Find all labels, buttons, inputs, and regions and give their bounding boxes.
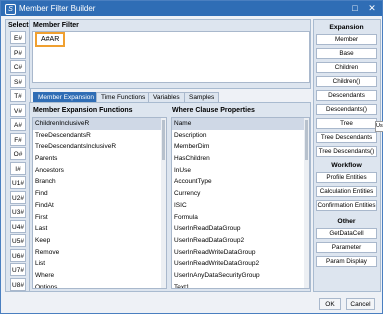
functions-list[interactable]: ChildrenInclusiveR TreeDescendantsR TreeDe… [32, 117, 167, 289]
list-item[interactable]: Name [172, 118, 309, 130]
select-button-u2[interactable]: U2# [10, 190, 26, 204]
list-item[interactable]: ISIC [172, 200, 309, 212]
where-scrollbar[interactable] [304, 118, 309, 288]
maximize-icon[interactable]: □ [347, 1, 363, 16]
cancel-button[interactable]: Cancel [346, 298, 375, 310]
member-button[interactable]: Member [316, 34, 377, 45]
list-item[interactable]: UserInReadDataGroup2 [172, 235, 309, 247]
select-button-s[interactable]: S# [10, 74, 26, 88]
select-button-u8[interactable]: U8# [10, 277, 26, 291]
select-button-u3[interactable]: U3# [10, 205, 26, 218]
select-header: Select [8, 22, 29, 29]
list-item[interactable]: Formula [172, 212, 309, 224]
list-item[interactable]: List [33, 258, 166, 270]
member-filter-header: Member Filter [33, 22, 79, 29]
select-button-i[interactable]: I# [10, 161, 26, 175]
getdatacell-button[interactable]: GetDataCell [316, 228, 377, 239]
list-item[interactable]: First [33, 212, 166, 224]
list-item[interactable]: Keep [33, 235, 166, 247]
parameter-button[interactable]: Parameter [316, 242, 377, 253]
children-button[interactable]: Children() [316, 76, 377, 87]
select-button-u6[interactable]: U6# [10, 248, 26, 262]
list-item[interactable]: FindAt [33, 200, 166, 212]
tooltip: Us [375, 121, 383, 132]
select-button-u4[interactable]: U4# [10, 219, 26, 233]
select-button-o[interactable]: O# [10, 147, 26, 160]
list-item[interactable]: Options [33, 282, 166, 288]
title-bar: S Member Filter Builder □ ✕ [1, 1, 382, 16]
select-button-u1[interactable]: U1# [10, 176, 26, 189]
select-button-u7[interactable]: U7# [10, 263, 26, 276]
base-button[interactable]: Base [316, 48, 377, 59]
list-item[interactable]: Description [172, 130, 309, 142]
window-title: Member Filter Builder [19, 4, 96, 13]
list-item[interactable]: UserInAnyDataSecurityGroup [172, 270, 309, 282]
select-button-v[interactable]: V# [10, 103, 26, 117]
where-header: Where Clause Properties [172, 107, 255, 114]
list-item[interactable]: InUse [172, 165, 309, 177]
list-item[interactable]: MemberDim [172, 141, 309, 153]
list-item[interactable]: Last [33, 223, 166, 235]
member-filter-input[interactable]: A#AR [32, 31, 310, 83]
select-panel: Select E# P# C# S# T# V# A# F# O# I# U1# U2# U3# U4# U… [5, 19, 31, 292]
member-filter-value[interactable]: A#AR [35, 32, 66, 47]
list-item[interactable]: Ancestors [33, 165, 166, 177]
list-item[interactable]: TreeDescendantsInclusiveR [33, 141, 166, 153]
ok-button[interactable]: OK [319, 298, 341, 310]
expansion-header: Expansion [329, 24, 364, 31]
tree-descendants-button[interactable]: Tree Descendants [316, 132, 377, 143]
app-logo-icon: S [5, 4, 16, 15]
workflow-header: Workflow [331, 162, 362, 169]
select-button-f[interactable]: F# [10, 132, 26, 146]
descendants-button[interactable]: Descendants [316, 90, 377, 101]
list-item[interactable]: Remove [33, 247, 166, 259]
list-item[interactable]: Where [33, 270, 166, 282]
list-item[interactable]: Currency [172, 188, 309, 200]
tree-button[interactable]: Tree [316, 118, 377, 129]
list-item[interactable]: Text1 [172, 282, 309, 288]
select-button-u5[interactable]: U5# [10, 234, 26, 247]
select-button-a[interactable]: A# [10, 118, 26, 131]
functions-scrollbar[interactable] [161, 118, 166, 288]
member-filter-builder-window: S Member Filter Builder □ ✕ Select E# P# C… [0, 0, 383, 314]
list-item[interactable]: UserInReadDataGroup [172, 223, 309, 235]
descendants-button[interactable]: Descendants() [316, 104, 377, 115]
other-header: Other [337, 218, 356, 225]
list-item[interactable]: ChildrenInclusiveR [33, 118, 166, 130]
list-item[interactable]: Branch [33, 176, 166, 188]
list-item[interactable]: HasChildren [172, 153, 309, 165]
select-button-e[interactable]: E# [10, 31, 26, 44]
list-item[interactable]: UserInReadWriteDataGroup [172, 247, 309, 259]
profile-entities-button[interactable]: Profile Entities [316, 172, 377, 183]
calculation-entities-button[interactable]: Calculation Entities [316, 186, 377, 197]
list-item[interactable]: UserInReadWriteDataGroup2 [172, 258, 309, 270]
list-item[interactable]: AccountType [172, 176, 309, 188]
list-item[interactable]: TreeDescendantsR [33, 130, 166, 142]
select-button-c[interactable]: C# [10, 60, 26, 73]
children-button[interactable]: Children [316, 62, 377, 73]
confirmation-entities-button[interactable]: Confirmation Entities [316, 200, 377, 211]
where-list[interactable]: Name Description MemberDim HasChildren InUse… [171, 117, 310, 289]
select-button-p[interactable]: P# [10, 45, 26, 59]
select-button-t[interactable]: T# [10, 89, 26, 102]
tree-descendants-button[interactable]: Tree Descendants() [316, 146, 377, 157]
list-item[interactable]: Find [33, 188, 166, 200]
param-display-button[interactable]: Param Display [316, 256, 377, 267]
functions-header: Member Expansion Functions [33, 107, 133, 114]
close-icon[interactable]: ✕ [364, 1, 380, 16]
list-item[interactable]: Parents [33, 153, 166, 165]
